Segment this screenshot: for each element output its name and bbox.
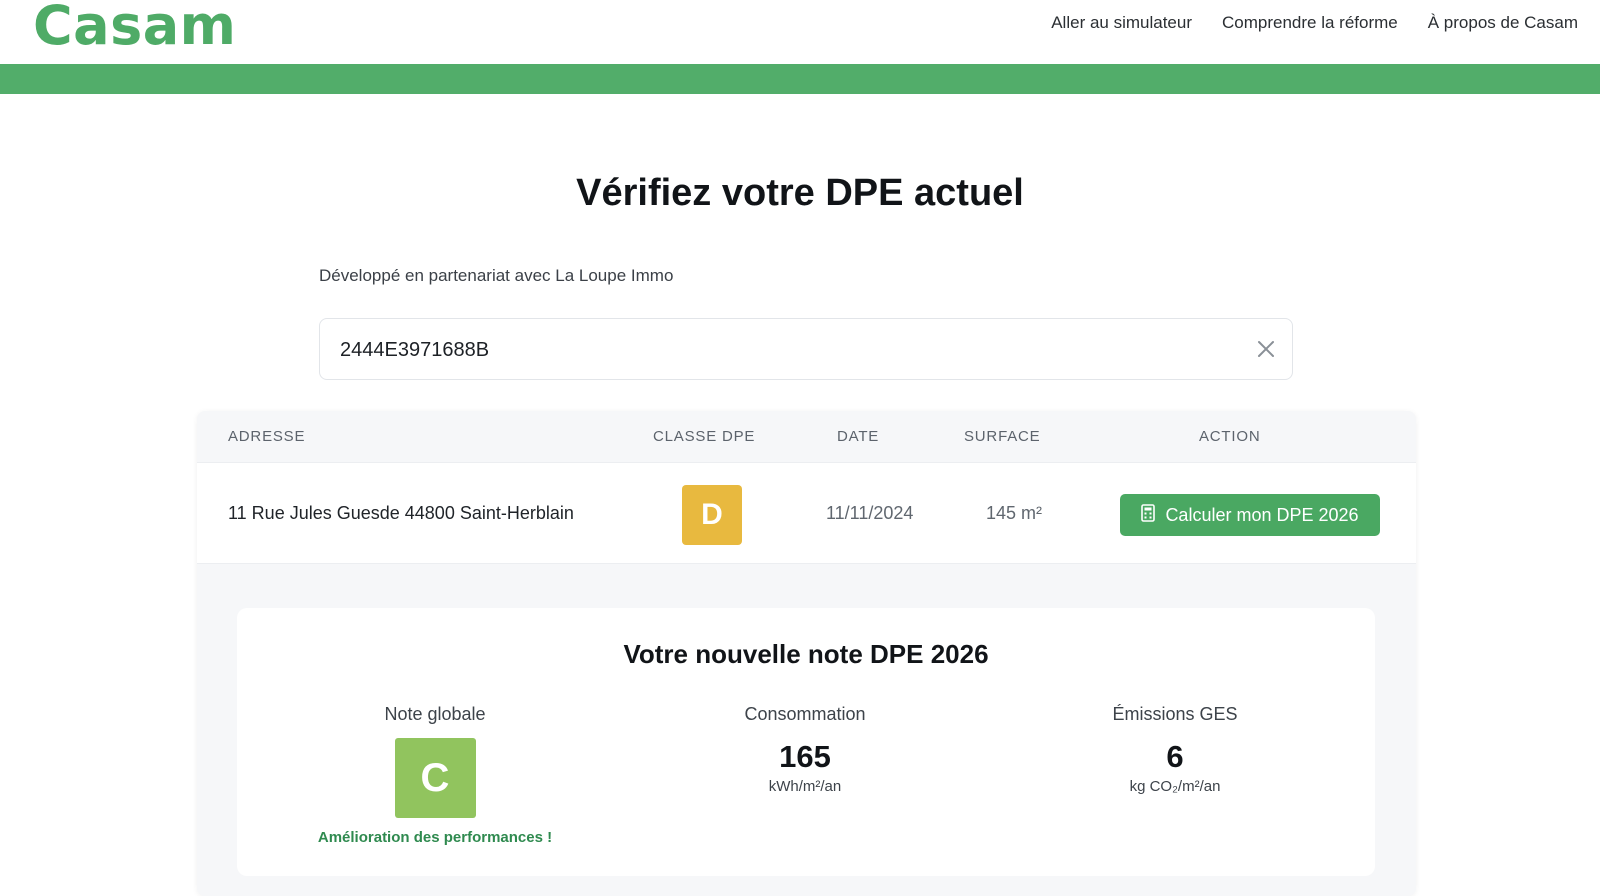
dpe-2026-result-panel: Votre nouvelle note DPE 2026 Note global… — [237, 608, 1375, 876]
improvement-message: Amélioration des performances ! — [317, 829, 553, 846]
nav-link-reforme[interactable]: Comprendre la réforme — [1222, 13, 1398, 33]
calculate-button-label: Calculer mon DPE 2026 — [1165, 504, 1359, 525]
new-dpe-class-badge: C — [394, 738, 476, 818]
column-header-surface: SURFACE — [964, 428, 1041, 445]
global-rating-label: Note globale — [384, 704, 486, 724]
emissions-unit: kg CO₂/m²/an — [1129, 778, 1221, 795]
column-header-date: DATE — [837, 428, 880, 445]
nav-link-simulateur[interactable]: Aller au simulateur — [1051, 13, 1192, 33]
emissions-label: Émissions GES — [1112, 704, 1238, 724]
consumption-unit: kWh/m²/an — [768, 778, 842, 795]
column-header-classe-dpe: CLASSE DPE — [653, 428, 756, 445]
partnership-subtitle: Développé en partenariat avec La Loupe I… — [319, 266, 674, 285]
nav-link-a-propos[interactable]: À propos de Casam — [1428, 13, 1578, 33]
column-header-action: ACTION — [1199, 428, 1261, 445]
dpe-number-input[interactable] — [340, 335, 1220, 365]
calculator-icon — [1141, 503, 1156, 527]
date-cell: 11/11/2024 — [826, 503, 914, 523]
casam-logo[interactable]: Casam — [33, 0, 236, 57]
table-header: ADRESSE CLASSE DPE DATE SURFACE ACTION — [197, 411, 1416, 462]
consumption-value: 165 — [779, 739, 831, 774]
column-header-adresse: ADRESSE — [228, 428, 306, 445]
close-icon[interactable] — [1254, 337, 1278, 361]
calculate-dpe-2026-button[interactable]: Calculer mon DPE 2026 — [1120, 494, 1380, 536]
header-accent-bar — [0, 64, 1600, 94]
table-row: 11 Rue Jules Guesde 44800 Saint-Herblain… — [197, 462, 1416, 564]
site-header: Casam Aller au simulateur Comprendre la … — [0, 0, 1600, 64]
surface-cell: 145 m² — [986, 503, 1043, 523]
results-card: ADRESSE CLASSE DPE DATE SURFACE ACTION 1… — [197, 411, 1416, 896]
emissions-value: 6 — [1166, 739, 1184, 774]
page-title: Vérifiez votre DPE actuel — [576, 172, 1024, 214]
consumption-label: Consommation — [744, 704, 866, 724]
result-title: Votre nouvelle note DPE 2026 — [623, 639, 989, 669]
dpe-class-badge: D — [682, 485, 742, 545]
emissions-block: Émissions GES 6 kg CO₂/m²/an — [1025, 704, 1325, 795]
global-rating-block: Note globale C Amélioration des performa… — [285, 704, 585, 846]
dpe-search-box — [319, 318, 1293, 380]
main-nav: Aller au simulateur Comprendre la réform… — [1051, 13, 1578, 33]
consumption-block: Consommation 165 kWh/m²/an — [655, 704, 955, 795]
address-cell: 11 Rue Jules Guesde 44800 Saint-Herblain — [228, 503, 574, 523]
